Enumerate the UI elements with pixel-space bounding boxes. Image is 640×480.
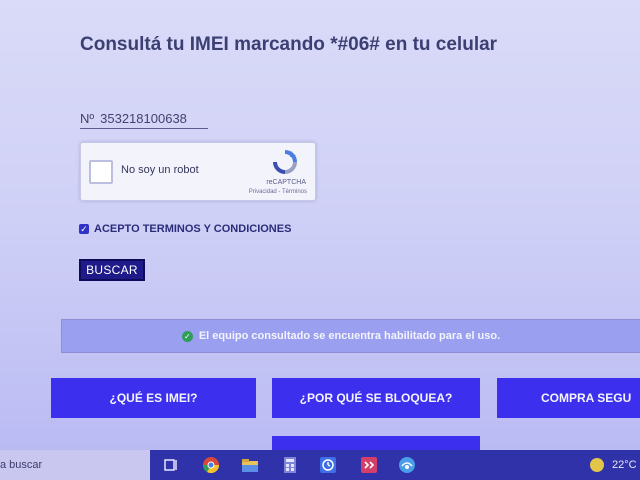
recaptcha-brand: reCAPTCHA [266,179,306,186]
taskbar-search-box[interactable]: a buscar [0,450,150,480]
taskbar-search-text: a buscar [0,459,43,471]
page-title: Consultá tu IMEI marcando *#06# en tu ce… [80,34,498,55]
imei-input[interactable]: Nº 353218100638 [80,108,208,129]
vpn-icon[interactable] [398,456,416,474]
terms-label: ACEPTO TERMINOS Y CONDICIONES [94,223,292,235]
recaptcha-label: No soy un robot [121,164,199,176]
safe-purchase-button[interactable]: COMPRA SEGU [497,378,640,418]
imei-prefix: Nº [80,110,95,126]
recaptcha-widget: No soy un robot reCAPTCHA Privacidad - T… [80,142,316,201]
checkmark-icon[interactable]: ✓ [79,224,89,234]
check-circle-icon: ✓ [181,330,193,342]
chrome-icon[interactable] [202,456,220,474]
partial-button[interactable] [272,436,480,450]
imei-value[interactable]: 353218100638 [100,111,187,126]
status-banner: ✓ El equipo consultado se encuentra habi… [61,319,640,353]
recaptcha-logo-icon [273,150,297,174]
clock-icon[interactable] [319,456,337,474]
what-is-imei-button[interactable]: ¿QUÉ ES IMEI? [51,378,256,418]
why-blocked-button[interactable]: ¿POR QUÉ SE BLOQUEA? [272,378,480,418]
temperature-label[interactable]: 22°C [612,459,637,471]
recaptcha-links[interactable]: Privacidad - Términos [249,189,307,195]
search-button[interactable]: BUSCAR [79,259,145,281]
status-text: El equipo consultado se encuentra habili… [198,330,501,342]
file-explorer-icon[interactable] [241,456,259,474]
task-view-icon[interactable] [162,456,180,474]
taskbar: a buscar 22°C [0,450,640,480]
terms-checkbox-row[interactable]: ✓ ACEPTO TERMINOS Y CONDICIONES [79,223,291,235]
calculator-icon[interactable] [281,456,299,474]
weather-sun-icon[interactable] [590,458,604,472]
recaptcha-checkbox[interactable] [89,160,113,184]
app-icon[interactable] [360,456,378,474]
